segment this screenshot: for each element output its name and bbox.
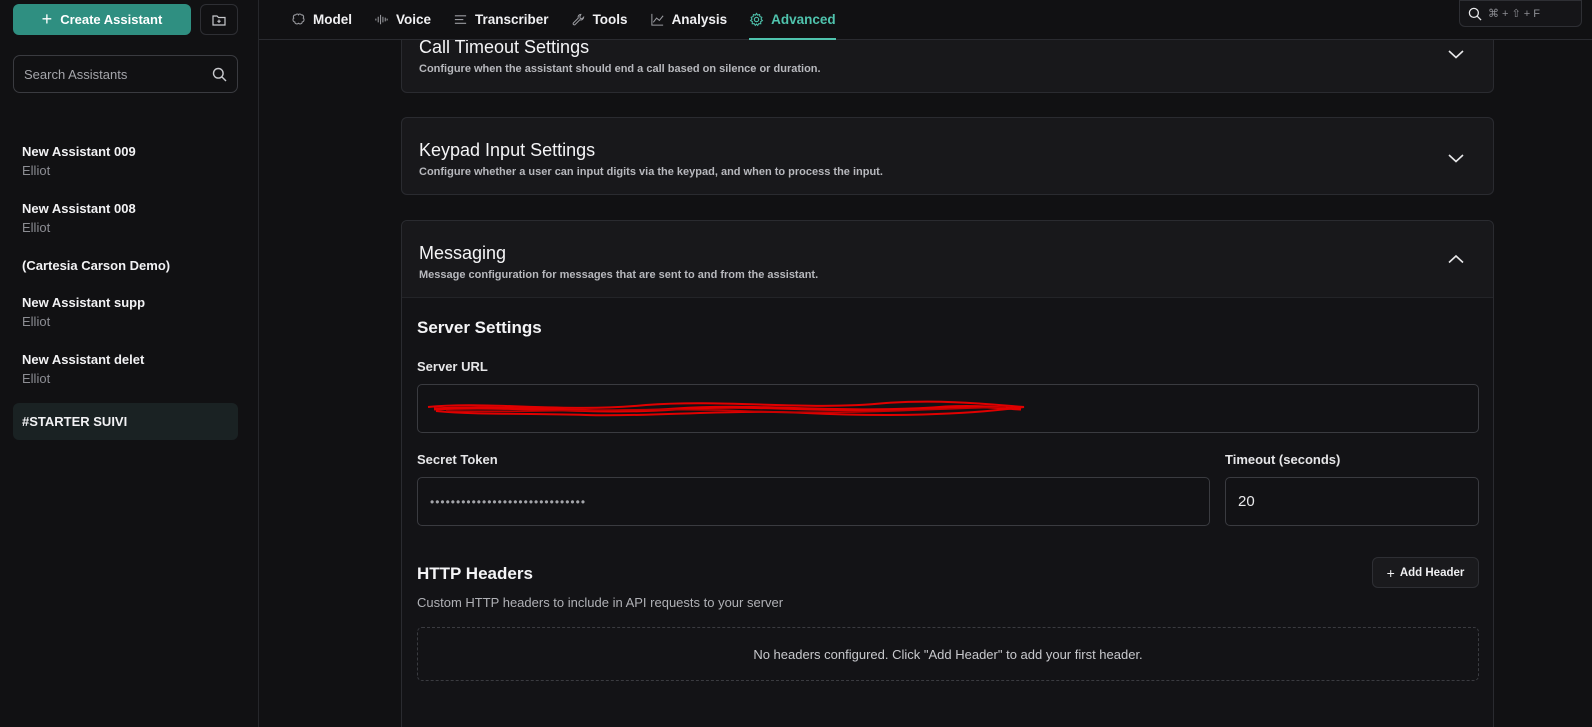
tab-transcriber[interactable]: Transcriber [453, 0, 549, 40]
empty-state-text: No headers configured. Click "Add Header… [753, 646, 1143, 662]
brain-icon [292, 13, 305, 24]
search-icon [1468, 7, 1482, 21]
tab-label: Model [313, 11, 352, 27]
secret-token-value: •••••••••••••••••••••••••••••• [430, 494, 587, 509]
panel-description: Message configuration for messages that … [419, 269, 819, 281]
tab-voice[interactable]: Voice [374, 0, 431, 40]
panel-title: Call Timeout Settings [419, 40, 590, 57]
tab-label: Analysis [671, 11, 728, 27]
plus-icon: + [41, 8, 53, 29]
chevron-down-icon[interactable] [1447, 152, 1465, 164]
chart-line-icon [650, 13, 664, 26]
assistant-name: New Assistant 008 [22, 201, 136, 216]
tab-analysis[interactable]: Analysis [650, 0, 728, 40]
panel-title: Keypad Input Settings [419, 140, 596, 160]
server-url-label: Server URL [417, 359, 488, 374]
panel-description: Configure when the assistant should end … [419, 63, 821, 75]
folder-icon [212, 14, 226, 26]
app-root: + Create Assistant New Assistant 009 Ell… [0, 0, 1592, 727]
messaging-panel: Messaging Message configuration for mess… [401, 220, 1494, 727]
assistant-owner: Elliot [22, 371, 51, 386]
add-header-label: Add Header [1399, 566, 1465, 579]
create-assistant-label: Create Assistant [60, 12, 163, 27]
messaging-panel-header[interactable]: Messaging Message configuration for mess… [402, 221, 1493, 298]
panel-description: Configure whether a user can input digit… [419, 166, 883, 178]
assistant-name: (Cartesia Carson Demo) [22, 258, 171, 273]
tab-tools[interactable]: Tools [571, 0, 628, 40]
tab-label: Voice [396, 11, 432, 27]
shortcut-hint: ⌘ + ⇧ + F [1488, 8, 1541, 20]
tab-advanced[interactable]: Advanced [749, 0, 836, 40]
redaction-scribble [427, 400, 1025, 417]
headers-empty-state: No headers configured. Click "Add Header… [417, 627, 1479, 681]
wrench-icon [572, 13, 584, 25]
assistant-name: New Assistant supp [22, 295, 146, 310]
timeout-label: Timeout (seconds) [1225, 452, 1341, 467]
secret-token-input[interactable]: •••••••••••••••••••••••••••••• [417, 477, 1210, 526]
tab-label: Advanced [771, 11, 836, 27]
search-icon [212, 67, 227, 81]
assistant-list: New Assistant 009 Elliot New Assistant 0… [13, 138, 238, 440]
assistant-name: New Assistant 009 [22, 144, 136, 159]
assistant-owner: Elliot [22, 314, 51, 329]
timeout-value: 20 [1238, 493, 1255, 510]
gear-icon [749, 11, 764, 26]
timeout-input[interactable]: 20 [1225, 477, 1479, 526]
add-header-button[interactable]: + Add Header [1372, 557, 1479, 588]
sidebar: + Create Assistant New Assistant 009 Ell… [0, 0, 259, 727]
chevron-up-icon[interactable] [1447, 253, 1465, 265]
list-item[interactable]: New Assistant delet Elliot [13, 346, 238, 403]
assistant-owner: Elliot [22, 163, 51, 178]
tab-model[interactable]: Model [291, 0, 352, 40]
assistant-name: #STARTER SUIVI [22, 414, 128, 429]
plus-icon: + [1386, 564, 1395, 581]
waveform-icon [375, 14, 388, 24]
tab-label: Tools [592, 11, 628, 27]
list-item-active[interactable]: #STARTER SUIVI [13, 403, 238, 440]
tabs: Model Voice Transcriber Tools Analysis A… [291, 0, 836, 40]
command-search-button[interactable]: ⌘ + ⇧ + F [1459, 0, 1582, 27]
call-timeout-panel[interactable]: Call Timeout Settings Configure when the… [401, 40, 1494, 93]
create-assistant-button[interactable]: + Create Assistant [13, 4, 191, 35]
main-content: Call Timeout Settings Configure when the… [259, 40, 1592, 727]
tab-label: Transcriber [475, 11, 549, 27]
lines-icon [454, 14, 467, 24]
list-item[interactable]: (Cartesia Carson Demo) [13, 252, 238, 289]
assistant-name: New Assistant delet [22, 352, 145, 367]
search-assistants-box[interactable] [13, 55, 238, 93]
secret-token-label: Secret Token [417, 452, 498, 467]
chevron-down-icon[interactable] [1447, 48, 1465, 60]
panel-title: Messaging [419, 243, 507, 263]
list-item[interactable]: New Assistant supp Elliot [13, 289, 238, 346]
list-item[interactable]: New Assistant 008 Elliot [13, 195, 238, 252]
new-folder-button[interactable] [200, 4, 238, 35]
http-headers-title: HTTP Headers [417, 564, 533, 583]
server-url-input[interactable] [417, 384, 1479, 433]
http-headers-description: Custom HTTP headers to include in API re… [417, 595, 784, 610]
keypad-input-panel[interactable]: Keypad Input Settings Configure whether … [401, 117, 1494, 195]
list-item[interactable]: New Assistant 009 Elliot [13, 138, 238, 195]
server-settings-title: Server Settings [417, 318, 542, 337]
search-assistants-input[interactable] [24, 66, 204, 82]
assistant-owner: Elliot [22, 220, 51, 235]
top-tab-bar: Model Voice Transcriber Tools Analysis A… [259, 0, 1592, 40]
